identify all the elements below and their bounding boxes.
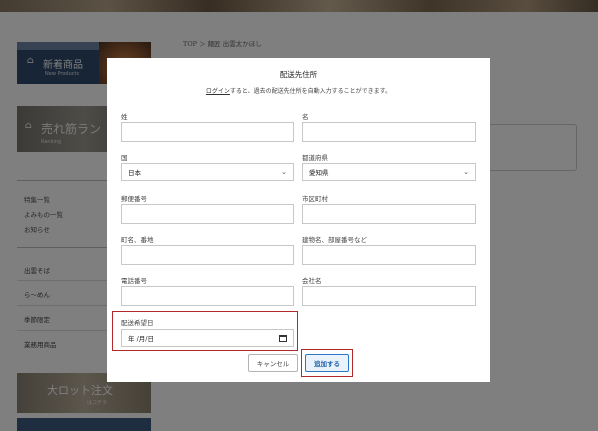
street-label: 町名、番地 [121,236,154,244]
cancel-button[interactable]: キャンセル [248,354,298,372]
modal-title: 配送先住所 [279,70,318,79]
phone-label: 電話番号 [121,277,147,285]
delivery-date-label: 配送希望日 [121,319,154,327]
postal-code-input[interactable] [121,204,294,224]
city-label: 市区町村 [302,195,328,203]
chevron-down-icon: ⌄ [463,168,469,176]
prefecture-label: 都道府県 [302,154,328,162]
shipping-address-modal: 配送先住所 ログインすると、過去の配送先住所を自動入力することができます。 姓 … [107,58,490,382]
prefecture-select[interactable]: 愛知県 ⌄ [302,163,476,181]
delivery-date-placeholder: 年 /月/日 [128,335,154,343]
building-input[interactable] [302,245,476,265]
country-label: 国 [121,154,128,162]
delivery-date-input[interactable]: 年 /月/日 [121,329,294,347]
prefecture-value: 愛知県 [309,169,329,177]
add-button[interactable]: 追加する [305,354,349,372]
postal-code-label: 郵便番号 [121,195,147,203]
country-value: 日本 [128,169,141,177]
company-input[interactable] [302,286,476,306]
company-label: 会社名 [302,277,322,285]
calendar-icon[interactable] [279,334,287,342]
last-name-label: 姓 [121,113,128,121]
login-link[interactable]: ログイン [206,88,230,95]
country-select[interactable]: 日本 ⌄ [121,163,294,181]
building-label: 建物名、部屋番号など [302,236,367,244]
first-name-input[interactable] [302,122,476,142]
first-name-label: 名 [302,113,309,121]
chevron-down-icon: ⌄ [281,168,287,176]
login-note-text: すると、過去の配送先住所を自動入力することができます。 [229,88,392,95]
last-name-input[interactable] [121,122,294,142]
street-input[interactable] [121,245,294,265]
login-note: ログインすると、過去の配送先住所を自動入力することができます。 [107,86,490,95]
city-input[interactable] [302,204,476,224]
phone-input[interactable] [121,286,294,306]
